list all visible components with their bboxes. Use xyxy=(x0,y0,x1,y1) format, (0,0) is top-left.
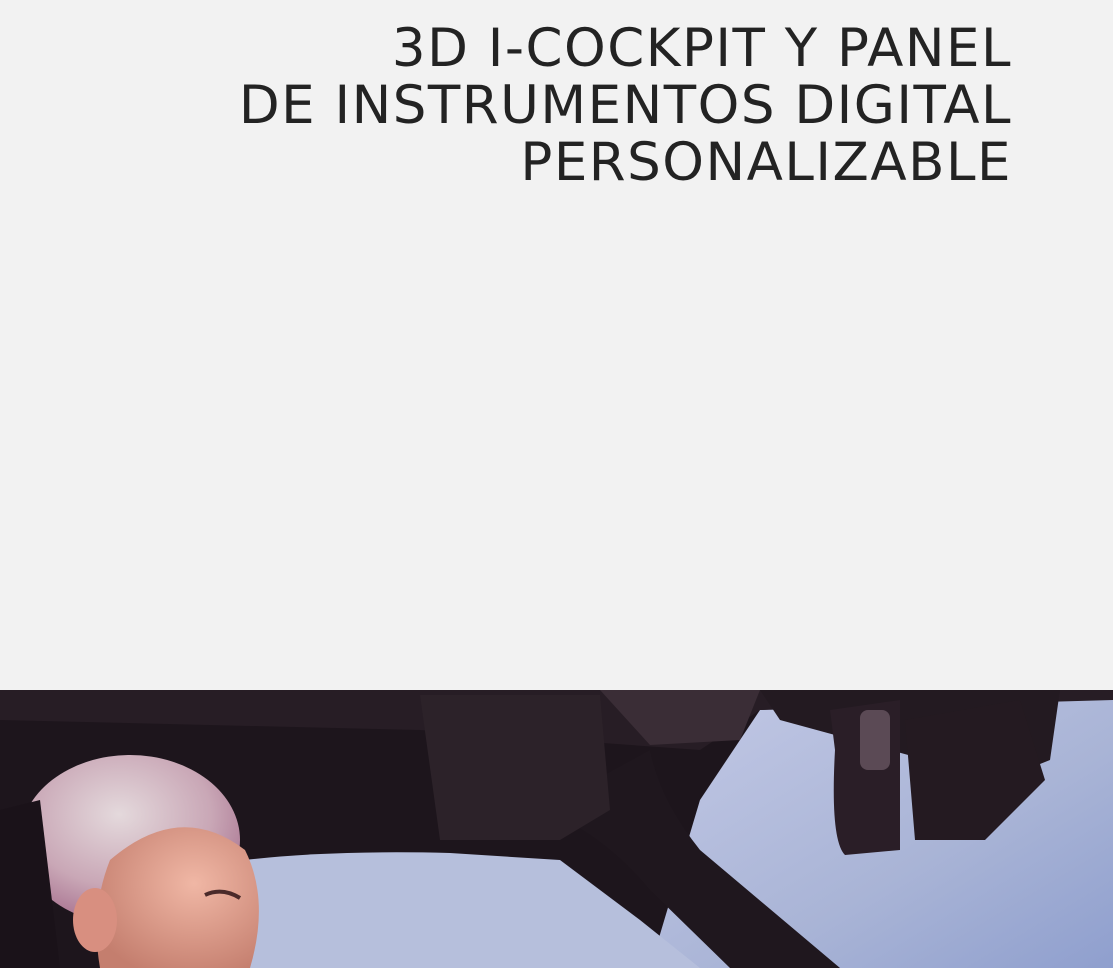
heading-line-1: 3D I-COCKPIT Y PANEL xyxy=(391,18,1012,79)
heading-line-3: PERSONALIZABLE xyxy=(520,132,1012,193)
mirror-reflection xyxy=(860,710,890,770)
sun-visor xyxy=(420,695,610,840)
heading-line-2: DE INSTRUMENTOS DIGITAL xyxy=(238,75,1012,136)
section-heading: 3D I-COCKPIT Y PANEL DE INSTRUMENTOS DIG… xyxy=(112,20,1012,191)
car-interior-illustration xyxy=(0,690,1113,968)
driver-interior-photo xyxy=(0,690,1113,968)
driver-ear xyxy=(73,888,117,952)
